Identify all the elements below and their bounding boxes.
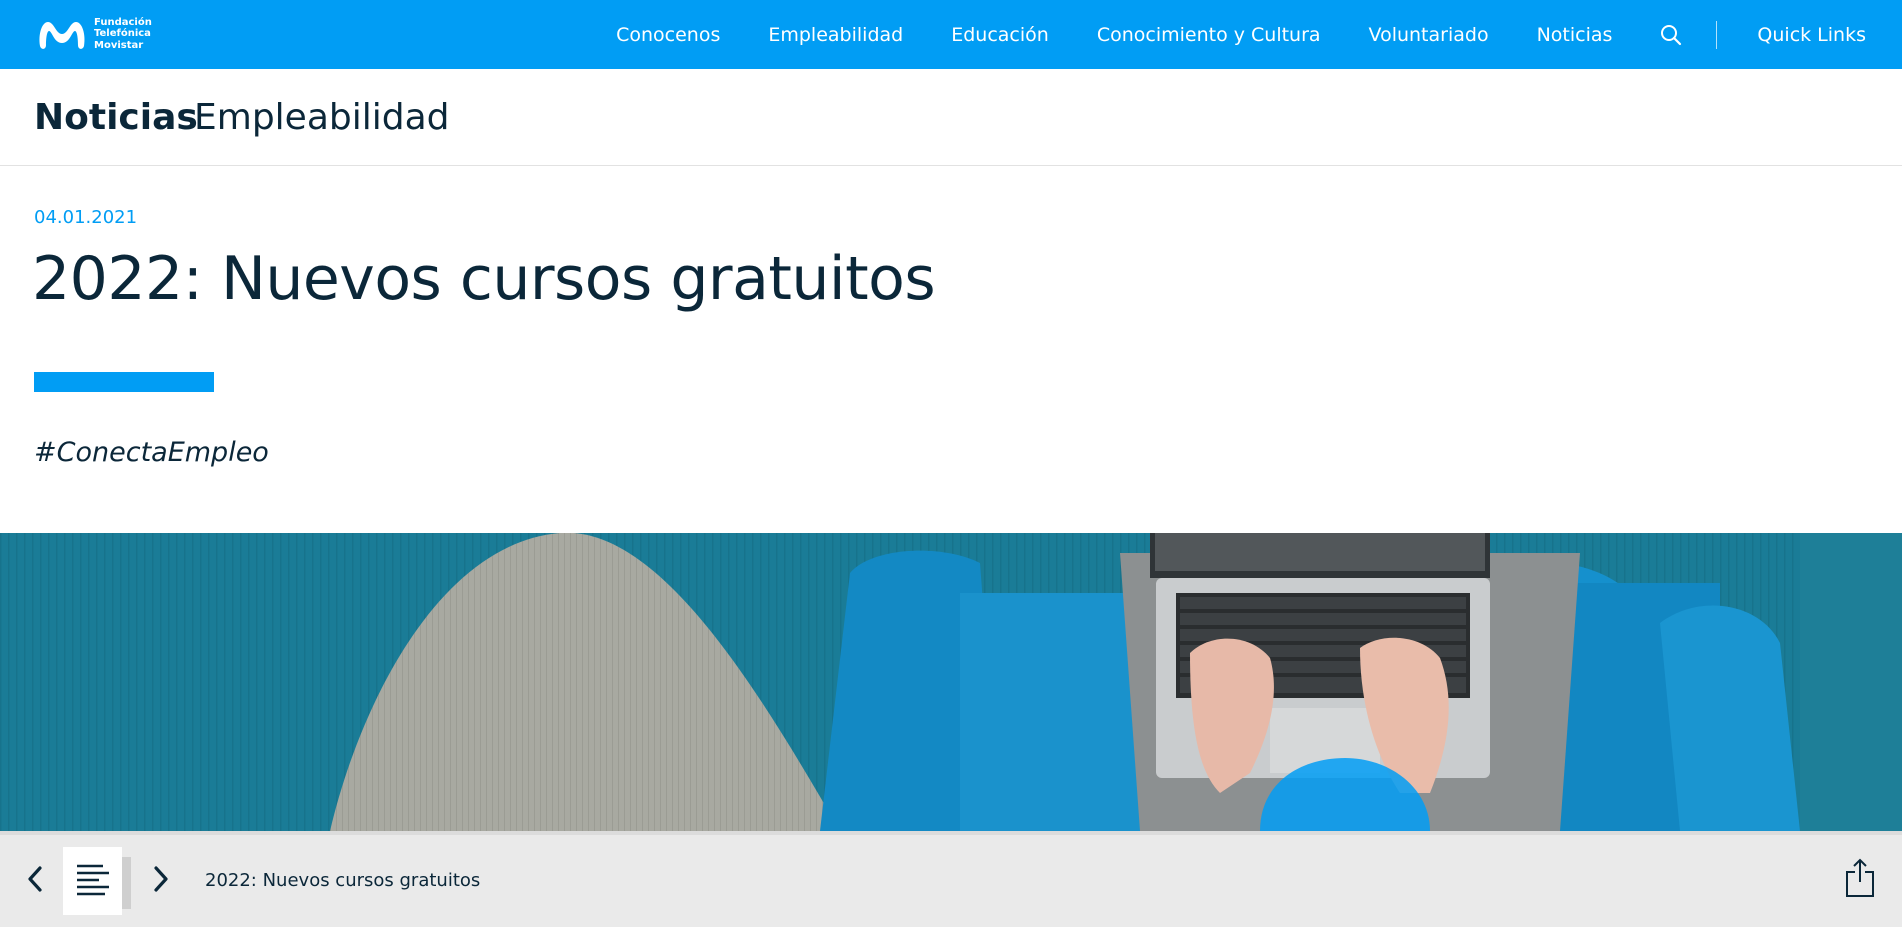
previous-article-button[interactable]: [20, 859, 50, 899]
logo-line-2: Telefónica: [94, 28, 151, 40]
nav-item-educacion[interactable]: Educación: [927, 24, 1073, 46]
nav-item-voluntariado[interactable]: Voluntariado: [1345, 24, 1513, 46]
site-logo[interactable]: Fundación Telefónica Movistar: [36, 16, 152, 52]
logo-line-3: Movistar: [94, 39, 144, 51]
share-button[interactable]: [1840, 855, 1880, 901]
hero-image: [0, 533, 1902, 831]
article-hashtag: #ConectaEmpleo: [34, 437, 269, 468]
logo-text: Fundación Telefónica Movistar: [94, 17, 152, 52]
top-navigation-bar: Fundación Telefónica Movistar Conocenos …: [0, 0, 1902, 69]
article-date: 04.01.2021: [34, 207, 138, 228]
share-icon: [1846, 858, 1874, 897]
list-button-shadow: [122, 857, 131, 909]
bottom-bar: 2022: Nuevos cursos gratuitos: [0, 831, 1902, 927]
chevron-right-icon: [154, 866, 168, 892]
search-button[interactable]: [1636, 24, 1710, 46]
section-header: Noticias Empleabilidad: [0, 69, 1902, 166]
article-list-button[interactable]: [63, 847, 122, 915]
quick-links-button[interactable]: Quick Links: [1727, 24, 1902, 46]
accent-bar: [34, 372, 214, 392]
next-article-button[interactable]: [146, 859, 176, 899]
nav-item-conocenos[interactable]: Conocenos: [592, 24, 744, 46]
logo-line-1: Fundación: [94, 16, 152, 28]
list-icon: [76, 864, 109, 896]
chevron-left-icon: [28, 866, 42, 892]
bottom-article-title: 2022: Nuevos cursos gratuitos: [205, 870, 481, 891]
main-nav: Conocenos Empleabilidad Educación Conoci…: [592, 0, 1902, 69]
search-icon: [1661, 24, 1682, 45]
section-title[interactable]: Noticias: [34, 97, 198, 138]
nav-divider: [1716, 20, 1718, 49]
nav-item-conocimiento-cultura[interactable]: Conocimiento y Cultura: [1073, 24, 1345, 46]
nav-item-noticias[interactable]: Noticias: [1513, 24, 1637, 46]
section-subtitle[interactable]: Empleabilidad: [194, 97, 450, 138]
nav-item-empleabilidad[interactable]: Empleabilidad: [744, 24, 927, 46]
movistar-m-logo-icon: [39, 22, 85, 49]
article-title: 2022: Nuevos cursos gratuitos: [32, 244, 936, 314]
